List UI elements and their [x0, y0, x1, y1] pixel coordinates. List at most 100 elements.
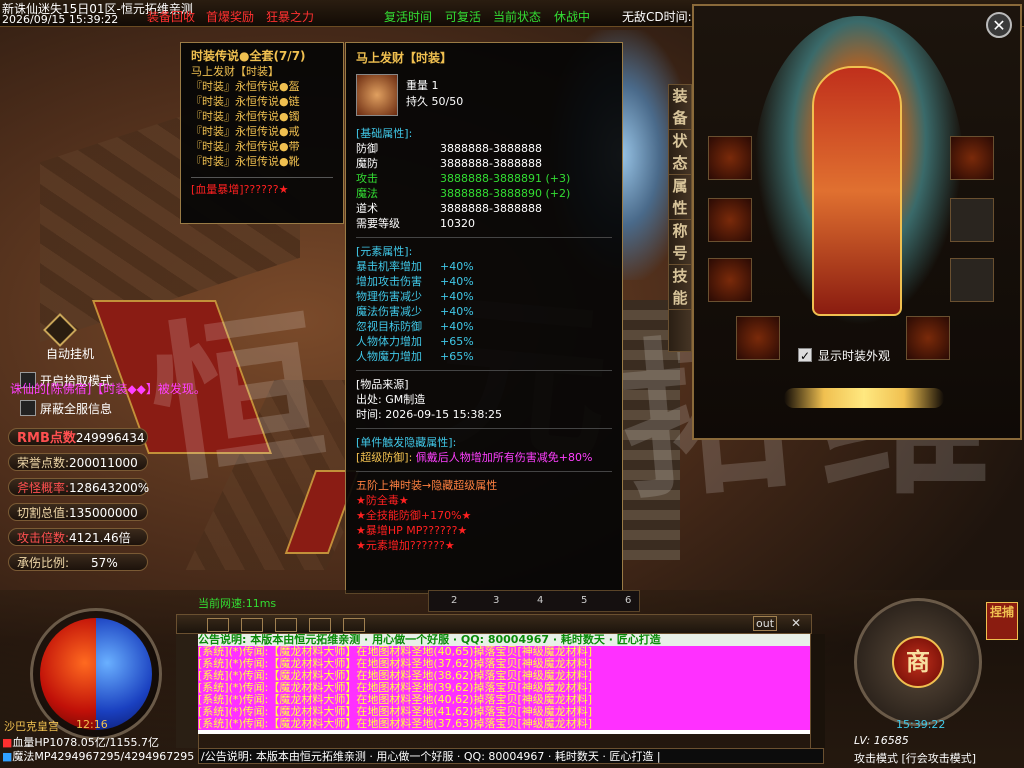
base-attrs-list: 防御 3888888-3888888 魔防 3888888-3888888 攻击 3888…: [356, 141, 612, 231]
menu-rage[interactable]: 狂暴之力: [266, 8, 314, 25]
base-attr-key: 需要等级: [356, 217, 400, 230]
chat-log[interactable]: 公告说明: 本版本由恒元拓维亲测 · 用心做一个好服 · QQ: 8000496…: [198, 634, 810, 734]
item-durability-value: 50/50: [431, 95, 464, 108]
hotkey-slot[interactable]: 3: [493, 595, 499, 606]
menu-recycle[interactable]: 装备回收: [147, 8, 195, 25]
chat-group-icon[interactable]: [275, 618, 297, 632]
stat-axe-rate[interactable]: 斧怪概率:128643200%: [8, 478, 149, 496]
logout-button[interactable]: out: [753, 616, 778, 631]
hotkey-slot[interactable]: 4: [537, 595, 543, 606]
mp-readout: ■魔法MP4294967295/4294967295: [2, 748, 194, 763]
auto-hang-label[interactable]: 自动挂机: [46, 345, 94, 362]
tab-status[interactable]: 状态: [669, 130, 691, 175]
equip-slot-helmet[interactable]: [708, 136, 752, 180]
hotkey-slot[interactable]: 5: [581, 595, 587, 606]
stat-honor-label: 荣誉点数:: [17, 456, 70, 470]
truce-state: 休战中: [554, 10, 591, 24]
elem-attrs-list: 暴击机率增加 +40% 增加攻击伤害 +40% 物理伤害减少 +40% 魔法伤害减少 +40%…: [356, 259, 612, 364]
trigger-name: [超级防御]:: [356, 451, 413, 464]
elem-attr-value: +40%: [440, 305, 474, 318]
tab-titles[interactable]: 称号: [669, 220, 691, 265]
capture-tag-button[interactable]: 捏捕: [986, 602, 1018, 640]
close-icon[interactable]: ✕: [986, 12, 1012, 38]
set-hidden-attr: [血量暴增]??????★: [191, 183, 289, 196]
tab-attributes[interactable]: 属性: [669, 175, 691, 220]
equip-slot-necklace[interactable]: [708, 198, 752, 242]
chat-guild-icon[interactable]: [309, 618, 331, 632]
stat-attack-mult-value: 4121.46倍: [69, 531, 131, 545]
chat-input[interactable]: /公告说明: 本版本由恒元拓维亲测 · 用心做一个好服 · QQ: 800049…: [198, 748, 824, 764]
elem-attr-key: 人物体力增加: [356, 335, 422, 348]
equip-slot-weapon[interactable]: [950, 136, 994, 180]
equip-slot-bracelet-left[interactable]: [708, 258, 752, 302]
hotkey-bar: 2 3 4 5 6: [428, 590, 640, 612]
source-time-value: 2026-09-15 15:38:25: [385, 408, 503, 421]
weapon-display[interactable]: [784, 388, 944, 408]
chat-scrollbar[interactable]: [810, 634, 825, 748]
mp-fill: [96, 618, 152, 730]
show-fashion-checkbox[interactable]: ✓: [798, 348, 812, 363]
stat-honor-value: 200011000: [69, 456, 138, 470]
item-weight: 重量 1: [406, 78, 439, 93]
stat-damage-ratio[interactable]: 承伤比例: 57%: [8, 553, 148, 571]
hp-mp-orb: [40, 618, 152, 730]
tab-skills[interactable]: 技能: [669, 265, 691, 310]
menu-first-drop[interactable]: 首爆奖励: [206, 8, 254, 25]
show-fashion-label: 显示时装外观: [818, 349, 891, 363]
item-durability: 持久 50/50: [406, 94, 463, 109]
item-weight-label: 重量: [406, 79, 428, 92]
chat-channel-bar: [176, 634, 199, 748]
chat-scroll-up-icon[interactable]: [207, 618, 229, 632]
base-attr-value: 3888888-3888888: [440, 157, 542, 170]
equip-slot-ring-right[interactable]: [906, 316, 950, 360]
announcement: 诛仙的[陈佛宿]【时装◆◆】被发现。: [10, 382, 206, 396]
trigger-value: +80%: [558, 451, 593, 464]
set-title: 时装传说●全套(7/7): [191, 49, 306, 63]
stat-attack-mult[interactable]: 攻击倍数:4121.46倍: [8, 528, 148, 546]
character-panel: ✕ ✓ 显示时装外观: [692, 4, 1022, 440]
chat-lines: [系统](*)传闻:【魔龙材料大师】在地图材料圣地(40,65)掉落宝贝[神级魔…: [198, 646, 810, 730]
elem-attr-row: 忽视目标防御 +40%: [356, 319, 612, 334]
set-item: 『时装』永恒传说●镯: [191, 110, 300, 123]
stat-attack-mult-label: 攻击倍数:: [17, 531, 70, 545]
hotkey-slot[interactable]: 6: [625, 595, 631, 606]
hotkey-slot[interactable]: 2: [451, 595, 457, 606]
character-robe: [812, 66, 902, 316]
chat-scroll-down-icon[interactable]: [241, 618, 263, 632]
stat-honor[interactable]: 荣誉点数:200011000: [8, 453, 148, 471]
stat-cut-total-label: 切割总值:: [17, 506, 70, 520]
equip-slot-ring-left[interactable]: [736, 316, 780, 360]
can-revive: 可复活: [445, 10, 482, 24]
set-divider: [191, 177, 333, 178]
elem-attr-key: 人物魔力增加: [356, 350, 422, 363]
elem-attr-value: +40%: [440, 275, 474, 288]
elem-attrs-header: [元素属性]:: [356, 245, 413, 258]
mp-label: 魔法MP: [12, 750, 51, 763]
chat-toolbar: out ✕: [176, 614, 812, 634]
base-attr-value: 3888888-3888888: [440, 142, 542, 155]
equip-slot-bracelet-right[interactable]: [950, 258, 994, 302]
hide-info-checkbox[interactable]: [20, 400, 36, 416]
tab-equipment[interactable]: 装备: [669, 85, 691, 130]
mp-value: 4294967295/4294967295: [50, 750, 195, 763]
server-datetime: 2026/09/15 15:39:22: [2, 13, 119, 26]
set-item: 『时装』永恒传说●带: [191, 140, 300, 153]
elem-attr-key: 暴击机率增加: [356, 260, 422, 273]
chat-close-icon[interactable]: ✕: [791, 616, 801, 630]
stat-rmb[interactable]: RMB点数249996434: [8, 428, 148, 446]
tier-line: ★防全毒★: [356, 494, 409, 507]
base-attr-key: 攻击: [356, 172, 378, 185]
attack-mode[interactable]: 攻击模式 [行会攻击模式]: [854, 750, 1024, 765]
tier-line: ★全技能防御+170%★: [356, 509, 472, 522]
chat-line: [系统](*)传闻:【魔龙材料大师】在地图材料圣地(37,63)掉落宝贝[神级魔…: [198, 718, 810, 730]
shop-button[interactable]: 商: [892, 636, 944, 688]
tier-header: 五阶上神时装→隐藏超级属性: [356, 479, 498, 492]
base-attr-row: 魔防 3888888-3888888: [356, 156, 612, 171]
stat-cut-total[interactable]: 切割总值:135000000: [8, 503, 148, 521]
chat-friends-icon[interactable]: [343, 618, 365, 632]
base-attr-row: 需要等级 10320: [356, 216, 612, 231]
equip-slot-medal[interactable]: [950, 198, 994, 242]
trigger-line: [超级防御]: 佩戴后人物增加所有伤害减免+80%: [356, 450, 612, 465]
base-attr-key: 魔法: [356, 187, 378, 200]
elem-attr-value: +40%: [440, 290, 474, 303]
